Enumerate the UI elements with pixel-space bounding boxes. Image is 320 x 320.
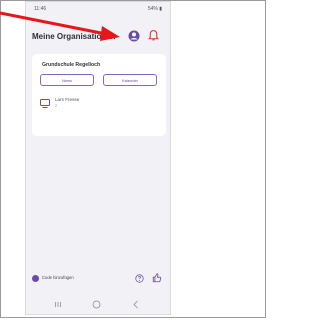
- status-indicators: 54% ▮: [147, 6, 162, 12]
- home-icon[interactable]: [92, 300, 101, 309]
- screenshot-frame: 11:46 54% ▮ Meine Organisationen Grundsc…: [0, 0, 266, 318]
- calendar-button[interactable]: Kalender: [103, 74, 157, 86]
- add-code-icon[interactable]: [32, 275, 39, 282]
- back-icon[interactable]: [132, 300, 140, 309]
- help-icon[interactable]: [135, 274, 144, 283]
- class-icon: [40, 99, 50, 108]
- app-bar: Meine Organisationen: [26, 28, 170, 46]
- system-navigation-bar: [26, 296, 170, 312]
- news-button[interactable]: News: [40, 74, 94, 86]
- organization-card[interactable]: Grundschule Regelloch News Kalender Lars…: [32, 54, 166, 136]
- phone-screen: 11:46 54% ▮ Meine Organisationen Grundsc…: [25, 1, 171, 315]
- bell-icon[interactable]: [147, 29, 160, 42]
- footer-row: Code hinzufügen: [26, 272, 170, 286]
- recent-apps-icon[interactable]: [54, 301, 62, 308]
- organization-name: Grundschule Regelloch: [42, 62, 101, 68]
- list-item-label: Lars Fresse: [55, 97, 80, 102]
- status-bar: 11:46 54% ▮: [26, 2, 170, 16]
- list-item-count: 2: [55, 103, 58, 108]
- add-code-button[interactable]: Code hinzufügen: [42, 275, 74, 280]
- list-item[interactable]: Lars Fresse 2: [40, 97, 150, 111]
- page-title: Meine Organisationen: [32, 32, 116, 41]
- thumbs-up-icon[interactable]: [152, 273, 162, 283]
- status-time: 11:46: [34, 6, 47, 12]
- account-circle-icon[interactable]: [128, 30, 140, 42]
